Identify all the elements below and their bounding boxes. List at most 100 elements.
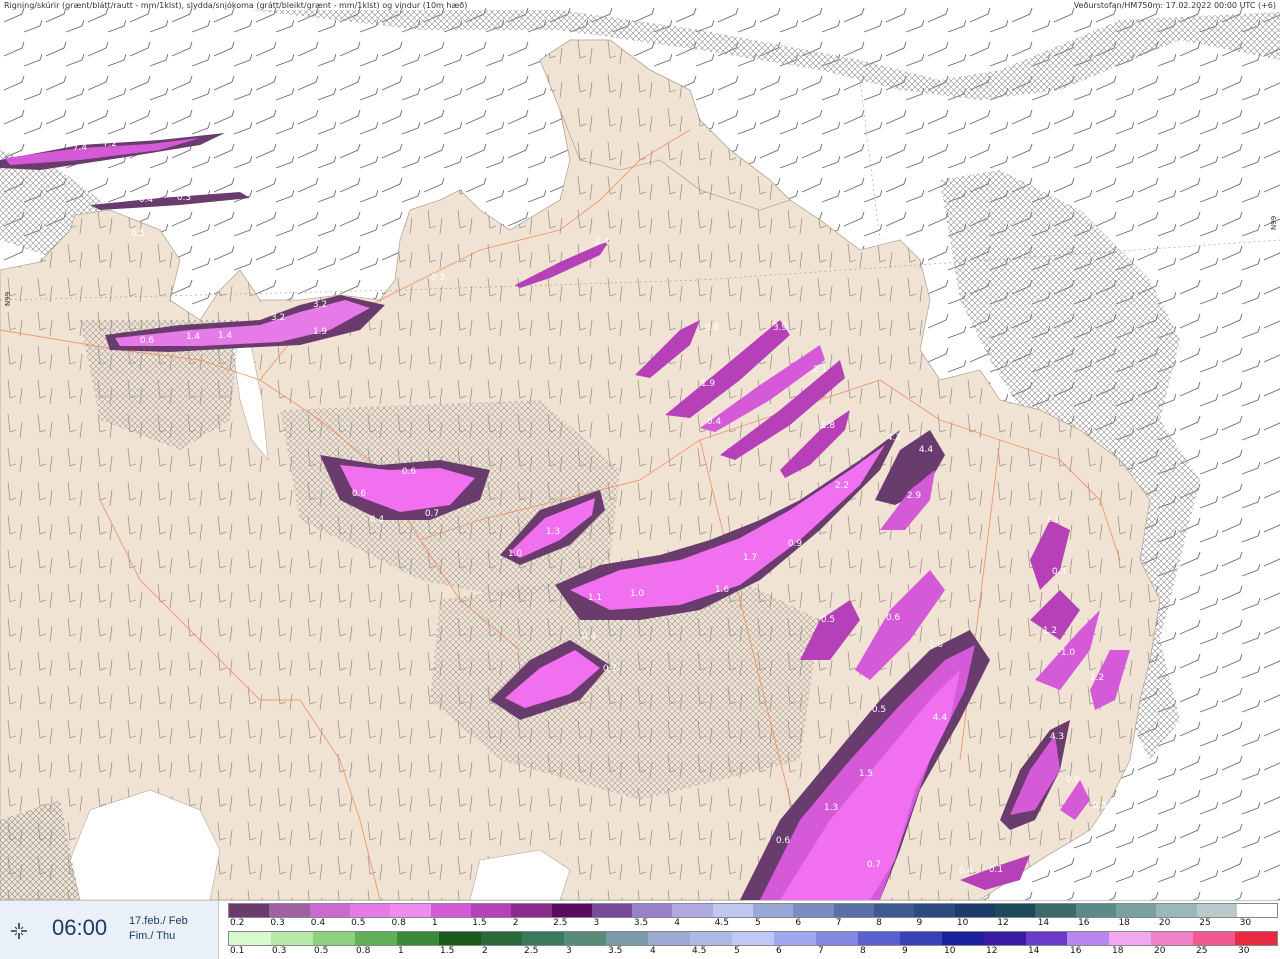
forecast-date: 17.feb./ Feb: [129, 915, 188, 927]
scale-swatch: [511, 904, 552, 917]
scale-swatch: [229, 932, 271, 945]
scale-swatch: [1115, 904, 1157, 917]
scale-label: 0.8: [356, 946, 371, 956]
scale-label: 10: [956, 918, 969, 928]
precip-value-label: 1.2: [1043, 626, 1057, 636]
scale-label: 0.1: [230, 946, 245, 956]
scale-label: 4: [650, 946, 656, 956]
scale-swatch: [1035, 904, 1076, 917]
scale-swatch: [349, 904, 391, 917]
precip-value-label: 0.7: [425, 509, 439, 519]
scale-swatch: [396, 932, 439, 945]
scale-label: 0.5: [351, 918, 366, 928]
precip-value-label: 1.9: [701, 379, 716, 389]
scale-swatch: [354, 932, 397, 945]
precip-value-label: 0.3: [1052, 567, 1066, 577]
scale-label: 2.5: [553, 918, 568, 928]
scale-label: 0.3: [272, 946, 287, 956]
precip-value-label: 0.5: [821, 615, 835, 625]
scale-swatch: [309, 904, 350, 917]
precip-value-label: 0.3: [177, 193, 191, 203]
scale-label: 14: [1028, 946, 1040, 956]
scale-swatch: [994, 904, 1036, 917]
scale-label: 9: [902, 946, 908, 956]
scale-swatch: [1109, 932, 1152, 945]
precip-value-label: 0.6: [352, 489, 367, 499]
precip-value-label: 0.6: [140, 336, 155, 346]
scale-swatch: [1156, 904, 1197, 917]
scale-swatch: [632, 904, 673, 917]
scale-label: 16: [1078, 918, 1090, 928]
scale-swatch: [857, 932, 900, 945]
scale-swatch: [833, 904, 874, 917]
precip-value-label: 0.4: [707, 417, 722, 427]
scale-label: 2.5: [524, 946, 539, 956]
precip-value-label: 0.4: [582, 632, 597, 642]
precip-value-label: 3.2: [271, 313, 285, 323]
scale-label: 0.4: [310, 918, 326, 928]
scale-swatch: [564, 932, 607, 945]
scale-label: 18: [1112, 946, 1124, 956]
scale-swatch: [793, 904, 834, 917]
precip-value-label: 1.5: [859, 769, 873, 779]
scale-label: 1: [431, 918, 438, 928]
scale-swatch: [1025, 932, 1068, 945]
scale-label: 5: [734, 946, 740, 956]
scale-label: 4.5: [692, 946, 707, 956]
scale-swatch: [312, 932, 355, 945]
scale-swatch: [753, 904, 794, 917]
scale-swatch: [1075, 904, 1116, 917]
precip-value-label: 7.4: [73, 143, 88, 153]
scale-label: 30: [1238, 946, 1250, 956]
scale-label: 4.5: [714, 918, 729, 928]
precip-value-label: 0.1: [989, 865, 1003, 875]
scale-label: 0.8: [391, 918, 406, 928]
precip-value-label: 2.2: [835, 481, 849, 491]
precip-value-label: 0.5: [131, 229, 145, 239]
scale-label: 8: [860, 946, 866, 956]
weather-map[interactable]: 7.4 7.2 0.4 0.3 0.1 0.5 2.4 0.3 3.2 3.2 1.9 0.6 1.4 1…: [0, 0, 1280, 900]
precip-value-label: 0.4: [370, 515, 385, 525]
scale-label: 4: [674, 918, 680, 928]
precip-value-label: 3.9: [773, 323, 788, 333]
map-source-timestamp: Veðurstofan/HM750m: 17.02.2022 00:00 UTC…: [1073, 1, 1276, 10]
scale-label: 20: [1154, 946, 1166, 956]
scale-label: 14: [1037, 918, 1050, 928]
scale-swatch: [438, 932, 481, 945]
scale-label: 6: [776, 946, 782, 956]
scale-swatch: [470, 904, 512, 917]
scale-swatch: [815, 932, 858, 945]
scale-label: 25: [1199, 918, 1211, 928]
scale-label: 0.2: [230, 918, 245, 928]
precip-value-label: 3.2: [313, 300, 327, 310]
scale-swatch: [229, 904, 270, 917]
rain-color-scale: [228, 931, 1278, 946]
precip-value-label: 0.5: [1093, 801, 1107, 811]
precip-value-label: 1.9: [313, 327, 328, 337]
scale-label: 1.5: [440, 946, 455, 956]
scale-label: 1: [398, 946, 404, 956]
scale-swatch: [690, 932, 733, 945]
crosshair-icon[interactable]: [9, 921, 29, 941]
precip-value-label: 1.7: [743, 553, 757, 563]
scale-swatch: [269, 904, 310, 917]
scale-label: 7: [835, 918, 842, 928]
scale-swatch: [1067, 932, 1110, 945]
scale-swatch: [712, 904, 754, 917]
precip-value-label: 1.3: [546, 527, 560, 537]
scale-swatch: [773, 932, 816, 945]
time-panel[interactable]: 06:00 17.feb./ Feb Fim./ Thu: [0, 901, 219, 959]
scale-label: 2: [482, 946, 488, 956]
forecast-weekday: Fim./ Thu: [129, 930, 176, 942]
scale-label: 0.3: [270, 918, 285, 928]
scale-label: 30: [1239, 918, 1252, 928]
scale-label: 12: [997, 918, 1009, 928]
scale-swatch: [941, 932, 984, 945]
precip-value-label: 0.6: [1066, 775, 1081, 785]
scale-swatch: [899, 932, 942, 945]
scale-swatch: [522, 932, 565, 945]
scale-label: 8: [876, 918, 882, 928]
snow-scale-labels: 0.2 0.3 0.4 0.5 0.8 1 1.5 2 2.5 3 3.5 4 4.5 5 6 7 8 9 10 12…: [228, 918, 1278, 929]
precip-value-label: 1.4: [186, 332, 201, 342]
precip-value-label: 0.5: [872, 705, 886, 715]
